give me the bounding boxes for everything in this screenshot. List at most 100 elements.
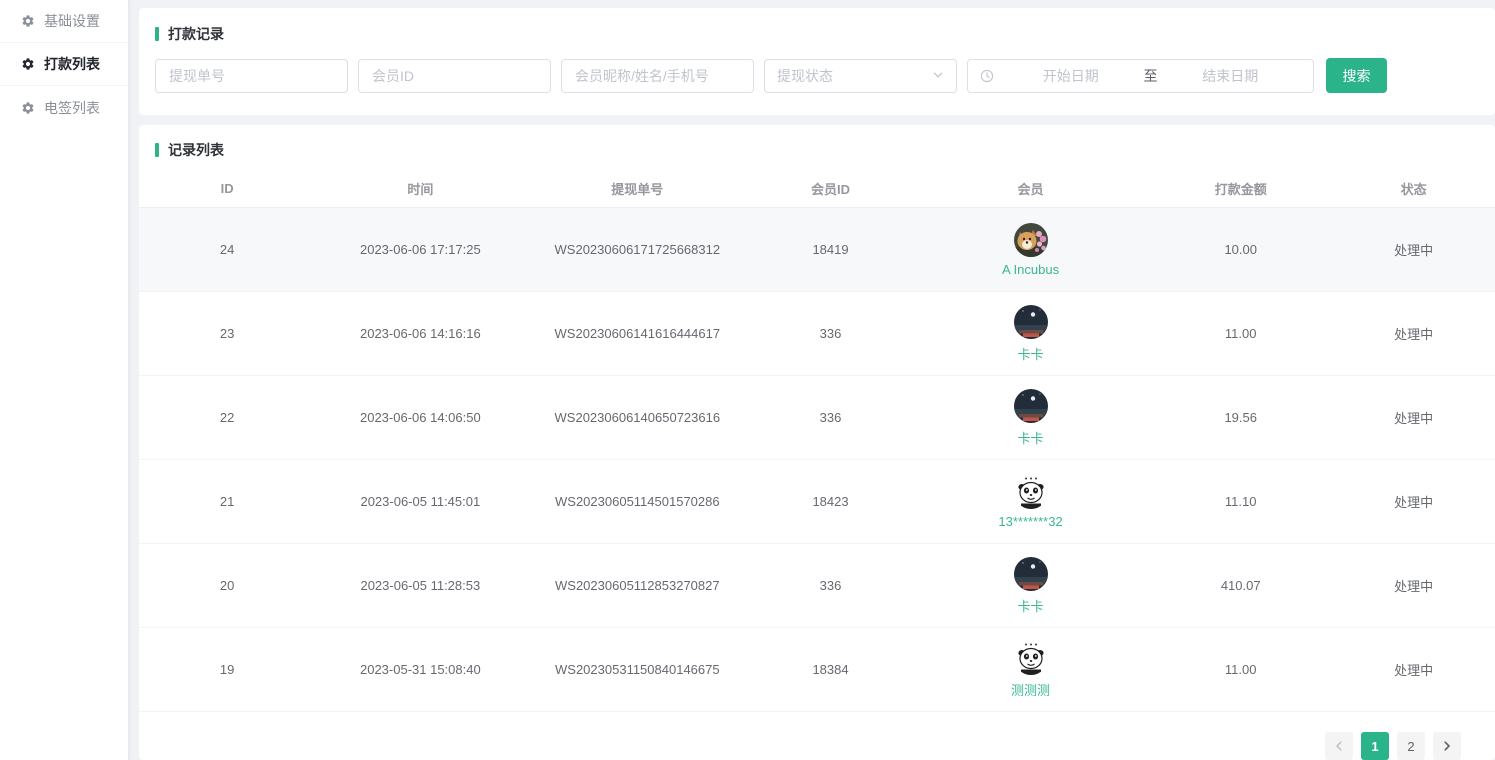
table-row: 212023-06-05 11:45:01WS20230605114501570… — [139, 460, 1495, 544]
table-row: 192023-05-31 15:08:40WS20230531150840146… — [139, 628, 1495, 712]
clock-icon — [980, 69, 994, 83]
pagination-prev[interactable] — [1325, 732, 1353, 760]
cell-id: 24 — [139, 242, 315, 257]
cell-status: 处理中 — [1332, 660, 1495, 679]
section-title-bar — [155, 143, 159, 157]
cell-member-id: 18384 — [749, 662, 912, 677]
cell-order-no: WS20230531150840146675 — [525, 662, 749, 677]
column-header: 打款金额 — [1149, 179, 1332, 198]
filter-section-title: 打款记录 — [155, 24, 1479, 44]
filter-row: 提现状态 至 搜索 — [155, 58, 1479, 93]
cell-id: 21 — [139, 494, 315, 509]
member-avatar — [1014, 223, 1048, 257]
sidebar-item-label: 电签列表 — [44, 98, 100, 118]
cell-status: 处理中 — [1332, 240, 1495, 259]
member-name-link[interactable]: A Incubus — [912, 262, 1149, 277]
cell-time: 2023-06-06 14:16:16 — [315, 326, 525, 341]
start-date-input[interactable] — [1000, 67, 1142, 85]
cell-amount: 11.00 — [1149, 662, 1332, 677]
chevron-down-icon — [932, 68, 944, 84]
sidebar-item-0[interactable]: 基础设置 — [0, 0, 128, 43]
cell-id: 22 — [139, 410, 315, 425]
cell-member-id: 336 — [749, 326, 912, 341]
member-name-link[interactable]: 卡卡 — [912, 428, 1149, 447]
cell-order-no: WS20230605114501570286 — [525, 494, 749, 509]
records-title-text: 记录列表 — [168, 140, 224, 160]
cell-time: 2023-05-31 15:08:40 — [315, 662, 525, 677]
cell-order-no: WS20230606171725668312 — [525, 242, 749, 257]
sidebar-item-2[interactable]: 电签列表 — [0, 86, 128, 129]
cell-member: 13*******32 — [912, 475, 1149, 529]
pagination-page-2[interactable]: 2 — [1397, 732, 1425, 760]
filter-card: 打款记录 提现状态 至 搜索 — [139, 8, 1495, 115]
records-card: 记录列表 ID时间提现单号会员ID会员打款金额状态 242023-06-06 1… — [139, 125, 1495, 760]
cell-time: 2023-06-06 17:17:25 — [315, 242, 525, 257]
table-row: 232023-06-06 14:16:16WS20230606141616444… — [139, 292, 1495, 376]
member-name-link[interactable]: 卡卡 — [912, 344, 1149, 363]
order-no-input[interactable] — [155, 59, 348, 93]
table-header-row: ID时间提现单号会员ID会员打款金额状态 — [139, 170, 1495, 208]
member-name-link[interactable]: 卡卡 — [912, 596, 1149, 615]
cell-member: A Incubus — [912, 223, 1149, 277]
records-section-title: 记录列表 — [139, 140, 1495, 160]
section-title-bar — [155, 27, 159, 41]
cell-member: 测测测 — [912, 641, 1149, 699]
pagination-page-1[interactable]: 1 — [1361, 732, 1389, 760]
cell-order-no: WS20230606141616444617 — [525, 326, 749, 341]
date-range-separator: 至 — [1144, 66, 1158, 86]
filter-title-text: 打款记录 — [168, 24, 224, 44]
member-id-input[interactable] — [358, 59, 551, 93]
cell-status: 处理中 — [1332, 576, 1495, 595]
pagination-next[interactable] — [1433, 732, 1461, 760]
search-button[interactable]: 搜索 — [1326, 58, 1387, 93]
member-avatar — [1014, 305, 1048, 339]
cell-member-id: 18419 — [749, 242, 912, 257]
table-row: 242023-06-06 17:17:25WS20230606171725668… — [139, 208, 1495, 292]
sidebar: 基础设置打款列表电签列表 — [0, 0, 129, 760]
cell-member: 卡卡 — [912, 305, 1149, 363]
cell-time: 2023-06-05 11:45:01 — [315, 494, 525, 509]
column-header: 状态 — [1332, 179, 1495, 198]
member-name-link[interactable]: 13*******32 — [912, 514, 1149, 529]
cell-order-no: WS20230606140650723616 — [525, 410, 749, 425]
end-date-input[interactable] — [1160, 67, 1302, 85]
status-select-placeholder: 提现状态 — [777, 66, 833, 86]
cell-status: 处理中 — [1332, 324, 1495, 343]
column-header: 提现单号 — [525, 179, 749, 198]
column-header: ID — [139, 181, 315, 196]
main-content: 打款记录 提现状态 至 搜索 — [129, 0, 1495, 760]
gear-icon — [21, 14, 35, 28]
member-avatar — [1014, 557, 1048, 591]
cell-status: 处理中 — [1332, 492, 1495, 511]
cell-time: 2023-06-05 11:28:53 — [315, 578, 525, 593]
cell-member-id: 18423 — [749, 494, 912, 509]
date-range-picker[interactable]: 至 — [967, 59, 1314, 93]
sidebar-item-label: 打款列表 — [44, 54, 100, 74]
cell-member: 卡卡 — [912, 389, 1149, 447]
gear-icon — [21, 101, 35, 115]
cell-id: 23 — [139, 326, 315, 341]
table-row: 202023-06-05 11:28:53WS20230605112853270… — [139, 544, 1495, 628]
cell-member: 卡卡 — [912, 557, 1149, 615]
column-header: 时间 — [315, 179, 525, 198]
next-icon — [1442, 741, 1452, 751]
prev-icon — [1334, 741, 1344, 751]
member-avatar — [1014, 641, 1048, 675]
member-avatar — [1014, 475, 1048, 509]
cell-id: 20 — [139, 578, 315, 593]
cell-member-id: 336 — [749, 578, 912, 593]
member-name-link[interactable]: 测测测 — [912, 680, 1149, 699]
cell-amount: 10.00 — [1149, 242, 1332, 257]
table-body: 242023-06-06 17:17:25WS20230606171725668… — [139, 208, 1495, 712]
gear-icon — [21, 57, 35, 71]
member-name-input[interactable] — [561, 59, 754, 93]
table-row: 222023-06-06 14:06:50WS20230606140650723… — [139, 376, 1495, 460]
pagination: 12 — [139, 712, 1495, 760]
cell-id: 19 — [139, 662, 315, 677]
cell-order-no: WS20230605112853270827 — [525, 578, 749, 593]
column-header: 会员 — [912, 179, 1149, 198]
sidebar-item-1[interactable]: 打款列表 — [0, 43, 128, 86]
cell-amount: 410.07 — [1149, 578, 1332, 593]
cell-amount: 11.00 — [1149, 326, 1332, 341]
status-select[interactable]: 提现状态 — [764, 59, 957, 93]
